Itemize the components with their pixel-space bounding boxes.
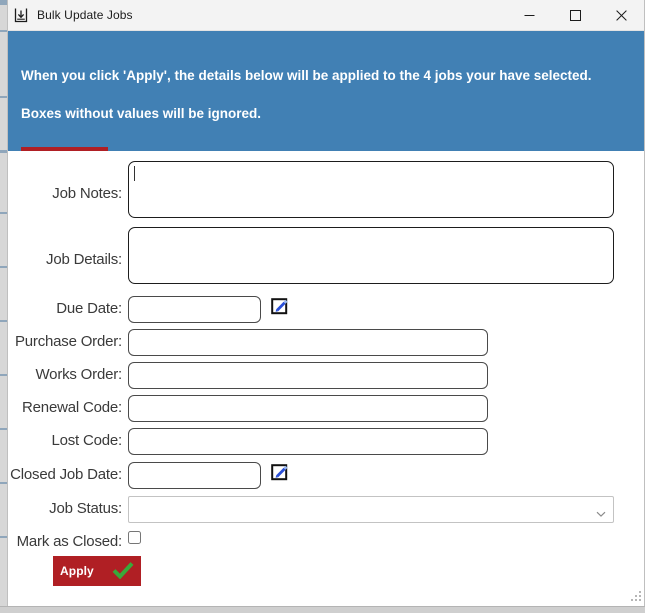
maximize-button[interactable] (552, 0, 598, 30)
apply-button-label: Apply (60, 564, 94, 578)
label-renewal-code: Renewal Code: (22, 399, 122, 416)
text-cursor (134, 166, 135, 181)
desktop-background-bottom (0, 606, 645, 613)
bulk-update-form: Job Notes: Job Details: Due Date: Purcha… (8, 151, 644, 606)
closed-job-date-input[interactable] (128, 462, 261, 489)
title-bar: Bulk Update Jobs (8, 0, 644, 31)
works-order-wrap (128, 362, 488, 389)
due-date-wrap (128, 296, 291, 323)
close-icon (615, 9, 627, 21)
resize-grip[interactable] (629, 591, 642, 604)
label-job-status: Job Status: (49, 500, 122, 517)
lost-code-wrap (128, 428, 488, 455)
banner-message-line-2: Boxes without values will be ignored. (21, 106, 262, 121)
job-notes-input[interactable] (128, 161, 614, 218)
job-status-select[interactable] (128, 496, 614, 523)
label-purchase-order: Purchase Order: (14, 333, 122, 350)
closed-job-date-edit-pencil-icon[interactable] (271, 462, 291, 482)
window-controls (506, 0, 644, 30)
renewal-code-input[interactable] (128, 395, 488, 422)
screenshot-root: Bulk Update Jobs When you click 'Apply',… (0, 0, 645, 613)
info-banner: When you click 'Apply', the details belo… (8, 31, 644, 151)
mark-as-closed-checkbox[interactable] (128, 531, 141, 544)
label-lost-code: Lost Code: (51, 432, 122, 449)
label-closed-job-date: Closed Job Date: (10, 466, 122, 483)
works-order-input[interactable] (128, 362, 488, 389)
field-row-lost-code: Lost Code: (8, 428, 644, 455)
field-row-works-order: Works Order: (8, 362, 644, 389)
apply-button[interactable]: Apply (53, 556, 141, 586)
field-row-job-status: Job Status: (8, 496, 644, 523)
minimize-button[interactable] (506, 0, 552, 30)
field-row-purchase-order: Purchase Order: (8, 329, 644, 356)
field-row-closed-job-date: Closed Job Date: (8, 462, 644, 489)
window-title: Bulk Update Jobs (37, 8, 133, 22)
save-to-disk-icon (13, 7, 29, 23)
label-due-date: Due Date: (56, 300, 122, 317)
job-details-wrap (128, 227, 614, 289)
job-details-input[interactable] (128, 227, 614, 284)
minimize-icon (524, 14, 534, 16)
renewal-code-wrap (128, 395, 488, 422)
label-works-order: Works Order: (35, 366, 122, 383)
purchase-order-wrap (128, 329, 488, 356)
field-row-mark-as-closed: Mark as Closed: (8, 531, 644, 550)
label-job-details: Job Details: (46, 251, 122, 268)
green-check-icon (112, 561, 134, 582)
due-date-edit-pencil-icon[interactable] (271, 296, 291, 316)
close-button[interactable] (598, 0, 644, 30)
field-row-renewal-code: Renewal Code: (8, 395, 644, 422)
label-job-notes: Job Notes: (52, 185, 122, 202)
purchase-order-input[interactable] (128, 329, 488, 356)
closed-job-date-wrap (128, 462, 291, 489)
job-status-wrap (128, 496, 614, 523)
field-row-job-details: Job Details: (8, 227, 644, 289)
label-mark-as-closed: Mark as Closed: (16, 533, 123, 550)
bulk-update-jobs-window: Bulk Update Jobs When you click 'Apply',… (7, 0, 645, 607)
banner-message-line-1: When you click 'Apply', the details belo… (21, 68, 592, 83)
field-row-due-date: Due Date: (8, 296, 644, 323)
lost-code-input[interactable] (128, 428, 488, 455)
job-notes-wrap (128, 161, 614, 223)
field-row-job-notes: Job Notes: (8, 161, 644, 223)
maximize-icon (569, 9, 581, 21)
mark-as-closed-wrap (128, 531, 141, 549)
due-date-input[interactable] (128, 296, 261, 323)
